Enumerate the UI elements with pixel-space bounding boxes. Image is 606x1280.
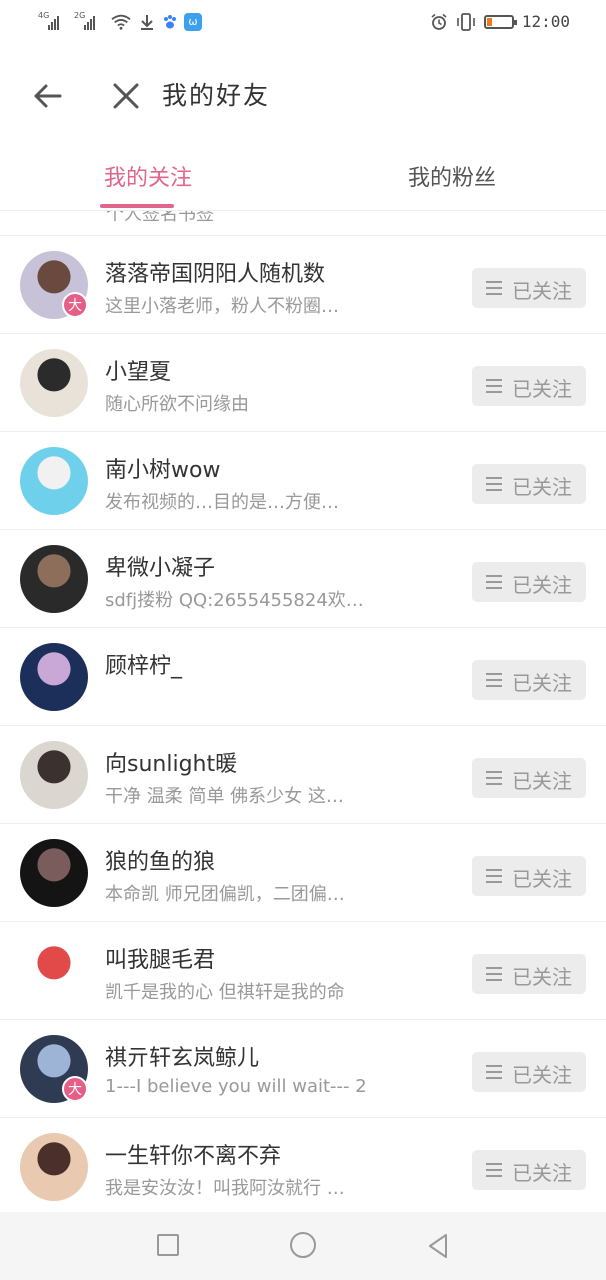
list-item[interactable]: 小望夏随心所欲不问缘由 已关注 [0,334,606,432]
followed-label: 已关注 [512,867,572,891]
user-name: 落落帝国阴阳人随机数 [105,262,326,287]
list-item[interactable]: 大祺亓轩玄岚鲸儿 1---I believe you will wait--- 2… [0,1020,606,1118]
user-description: 这里小落老师，粉人不粉圈… [105,296,339,317]
battery-icon [483,14,517,29]
tab-following[interactable]: 我的关注 [104,160,192,192]
followed-label: 已关注 [512,1063,572,1087]
followed-button[interactable]: 已关注 [472,954,586,994]
user-description: 本命凯 师兄团偏凯，二团偏… [105,884,345,905]
recent-apps-button[interactable] [157,1234,179,1256]
user-name: 叫我腿毛君 [105,948,216,973]
back-arrow-icon[interactable] [30,78,66,114]
user-description: 1---I believe you will wait--- 2 [105,1076,367,1097]
followed-button[interactable]: 已关注 [472,562,586,602]
user-name: 南小树wow [105,458,221,483]
user-name: 小望夏 [105,360,172,385]
followed-button[interactable]: 已关注 [472,1150,586,1190]
menu-icon [486,1065,502,1079]
followed-button[interactable]: 已关注 [472,660,586,700]
list-item-partial: 个人签名书签 [0,210,606,236]
followed-label: 已关注 [512,573,572,597]
menu-icon [486,477,502,491]
alarm-icon [431,13,447,30]
user-description: sdfj搂粉 QQ:2655455824欢… [105,590,364,611]
followed-button[interactable]: 已关注 [472,758,586,798]
download-icon [141,15,153,30]
menu-icon [486,869,502,883]
followed-button[interactable]: 已关注 [472,1052,586,1092]
avatar[interactable] [20,643,88,711]
list-item[interactable]: 一生轩你不离不弃我是安汝汝！叫我阿汝就行 … 已关注 [0,1118,606,1212]
app-notification-icon: ω [184,13,202,31]
wifi-icon [111,14,131,30]
avatar[interactable] [20,447,88,515]
followed-label: 已关注 [512,965,572,989]
user-name: 向sunlight暖 [105,752,238,777]
tab-bar: 我的关注 我的粉丝 [0,142,606,211]
friend-list[interactable]: 个人签名书签 大落落帝国阴阳人随机数 这里小落老师，粉人不粉圈… 已关注 小望夏 随心所… [0,210,606,1212]
user-name: 狼的鱼的狼 [105,850,216,875]
user-name: 祺亓轩玄岚鲸儿 [105,1046,260,1071]
menu-icon [486,1163,502,1177]
menu-icon [486,673,502,687]
active-tab-indicator [100,204,174,208]
list-item[interactable]: 顾梓柠_ 已关注 [0,628,606,726]
friend-rows: 大落落帝国阴阳人随机数 这里小落老师，粉人不粉圈… 已关注 小望夏 随心所欲不问缘由 已关… [0,236,606,1212]
page-title: 我的好友 [162,81,271,110]
close-icon[interactable] [108,78,144,114]
paw-icon [164,15,176,29]
clock: 12:00 [521,12,570,31]
user-description: 随心所欲不问缘由 [105,394,249,415]
followed-label: 已关注 [512,1161,572,1185]
user-name: 一生轩你不离不弃 [105,1144,282,1169]
status-left: 4G 2G ω [38,12,202,32]
avatar[interactable] [20,349,88,417]
menu-icon [486,771,502,785]
list-item[interactable]: 卑微小凝子 sdfj搂粉 QQ:2655455824欢… 已关注 [0,530,606,628]
home-button[interactable] [290,1232,316,1258]
status-right: 12:00 [430,12,570,31]
followed-label: 已关注 [512,279,572,303]
tab-fans[interactable]: 我的粉丝 [408,160,496,192]
list-item[interactable]: 向sunlight暖干净 温柔 简单 佛系少女 这… 已关注 [0,726,606,824]
user-description: 发布视频的…目的是…方便… [105,492,339,513]
followed-label: 已关注 [512,475,572,499]
avatar[interactable] [20,839,88,907]
menu-icon [486,575,502,589]
menu-icon [486,379,502,393]
verified-badge: 大 [62,1076,88,1102]
nav-back-icon[interactable] [426,1232,450,1260]
system-nav-bar [0,1212,606,1280]
user-description: 干净 温柔 简单 佛系少女 这… [105,786,344,807]
partial-row-text: 个人签名书签 [106,210,214,225]
signal-2g-icon: 2G [74,12,104,32]
avatar[interactable] [20,545,88,613]
avatar[interactable] [20,937,88,1005]
app-header: 我的好友 [0,48,606,142]
followed-button[interactable]: 已关注 [472,856,586,896]
user-name: 卑微小凝子 [105,556,216,581]
vibrate-icon [457,12,475,31]
list-item[interactable]: 南小树wow 发布视频的…目的是…方便… 已关注 [0,432,606,530]
menu-icon [486,281,502,295]
followed-button[interactable]: 已关注 [472,366,586,406]
list-item[interactable]: 大落落帝国阴阳人随机数这里小落老师，粉人不粉圈… 已关注 [0,236,606,334]
followed-label: 已关注 [512,671,572,695]
signal-4g-icon: 4G [38,12,68,32]
list-item[interactable]: 狼的鱼的狼本命凯 师兄团偏凯，二团偏… 已关注 [0,824,606,922]
avatar[interactable] [20,1133,88,1201]
followed-label: 已关注 [512,377,572,401]
avatar[interactable] [20,741,88,809]
followed-button[interactable]: 已关注 [472,268,586,308]
list-item[interactable]: 叫我腿毛君凯千是我的心 但祺轩是我的命 已关注 [0,922,606,1020]
user-name: 顾梓柠_ [105,654,183,679]
user-description: 凯千是我的心 但祺轩是我的命 [105,982,345,1003]
menu-icon [486,967,502,981]
followed-button[interactable]: 已关注 [472,464,586,504]
followed-label: 已关注 [512,769,572,793]
verified-badge: 大 [62,292,88,318]
status-bar: 4G 2G ω 12:00 [0,0,606,48]
user-description: 我是安汝汝！叫我阿汝就行 … [105,1178,345,1199]
